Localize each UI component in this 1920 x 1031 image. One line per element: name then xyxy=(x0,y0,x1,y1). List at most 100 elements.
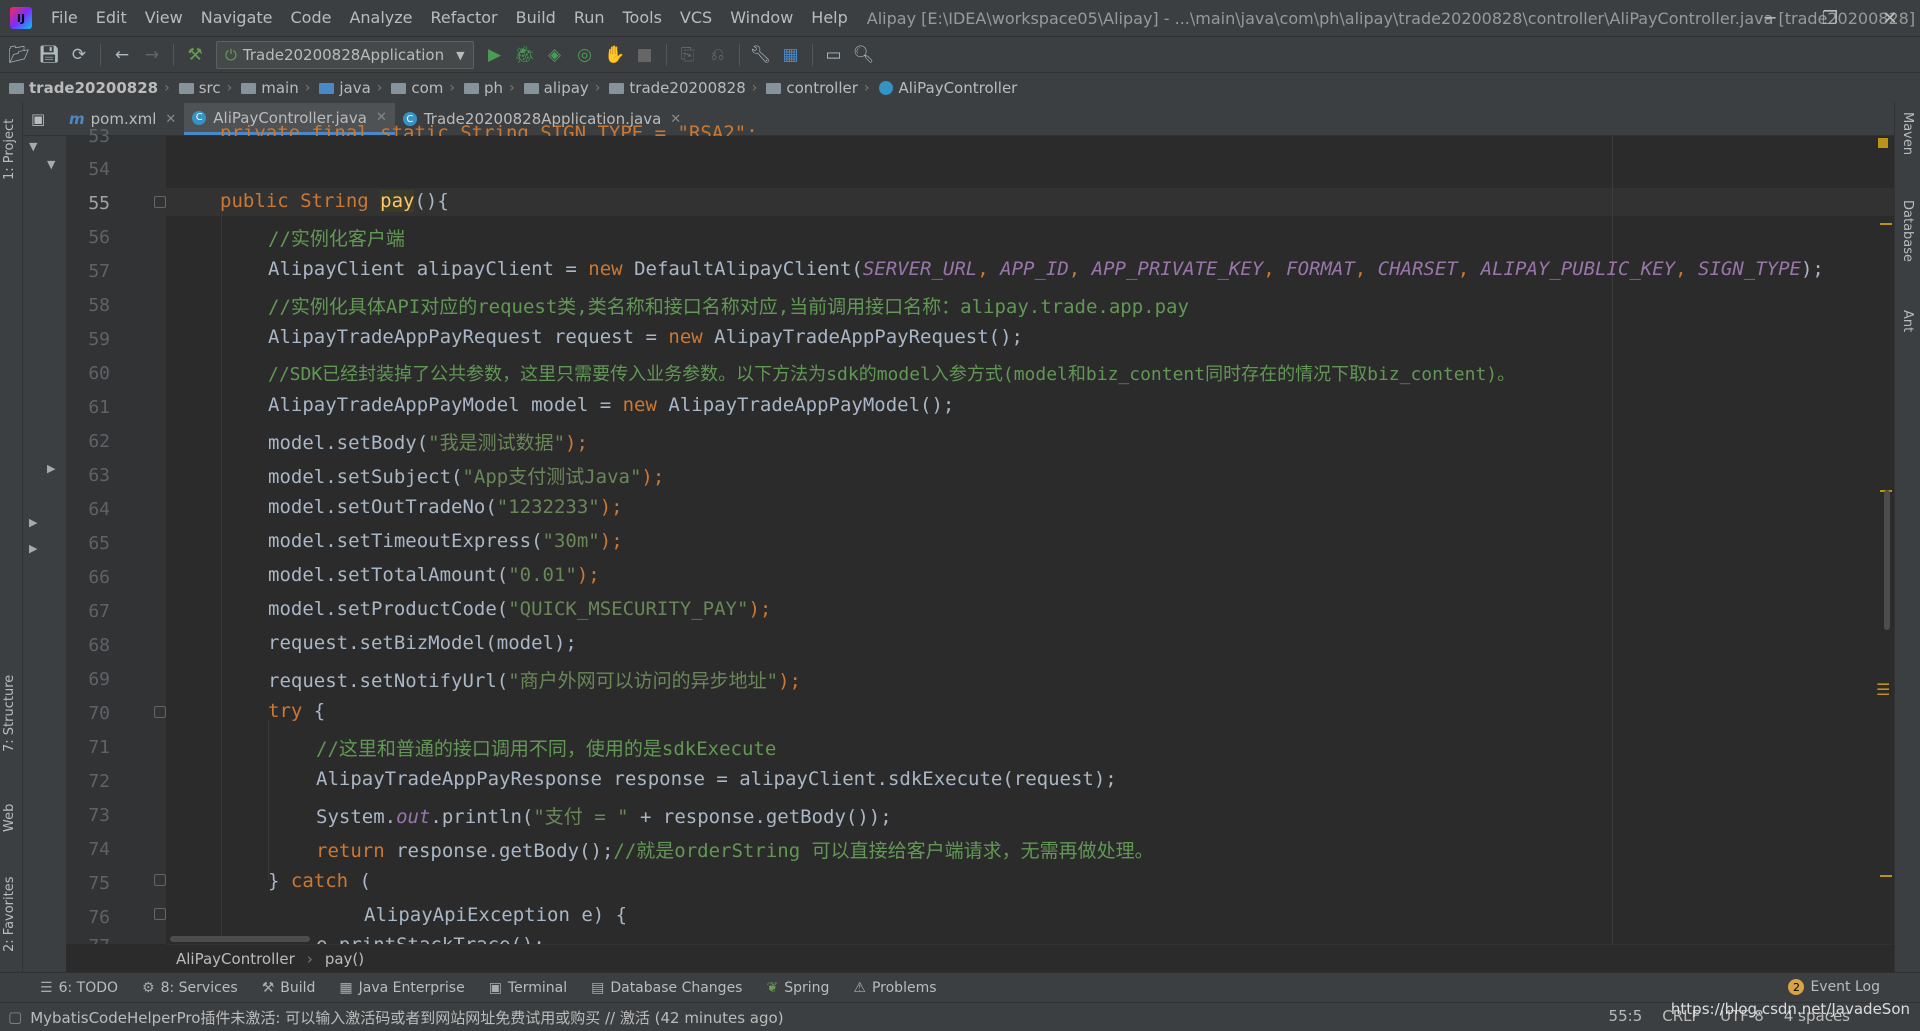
debug-icon[interactable]: 🐞︎ xyxy=(510,40,540,70)
code-token: DefaultAlipayClient( xyxy=(622,258,863,280)
close-tab-icon[interactable]: ✕ xyxy=(165,112,176,127)
vcs-commit-icon[interactable]: ⎌ xyxy=(703,40,733,70)
status-message[interactable]: MybatisCodeHelperPro插件未激活: 可以输入激活码或者到网站网… xyxy=(30,1007,783,1028)
save-icon[interactable]: 💾︎ xyxy=(34,40,64,70)
restore-icon[interactable]: ❐ xyxy=(1800,0,1860,36)
spring-tool-tab[interactable]: ❦ Spring xyxy=(754,980,841,996)
minimize-icon[interactable]: ─ xyxy=(1740,0,1800,36)
menu-file[interactable]: File xyxy=(42,0,87,36)
database-changes-tool-tab[interactable]: ▤ Database Changes xyxy=(579,980,754,996)
code-token: "支付 = " xyxy=(533,806,629,828)
inspection-status-icon[interactable] xyxy=(1878,138,1888,148)
code-line: private final static String SIGN_TYPE = … xyxy=(220,122,758,136)
back-arrow-icon[interactable]: ← xyxy=(107,40,137,70)
crumb-controller[interactable]: controller › xyxy=(757,79,870,97)
crumb-alipay[interactable]: alipay › xyxy=(515,79,600,97)
crumb-class-name[interactable]: AliPayController xyxy=(176,950,295,968)
line-number: 71 xyxy=(88,737,110,758)
favorites-tool-tab[interactable]: 2: Favorites xyxy=(2,862,17,952)
code-token: .println( xyxy=(430,806,534,828)
settings-wrench-icon[interactable]: 🔧︎ xyxy=(746,40,776,70)
terminal-tool-tab[interactable]: ▣ Terminal xyxy=(477,980,579,996)
menu-view[interactable]: View xyxy=(136,0,192,36)
menu-navigate[interactable]: Navigate xyxy=(192,0,282,36)
code-token: response.getBody(); xyxy=(384,840,614,862)
profile-icon[interactable]: ◎ xyxy=(570,40,600,70)
expand-arrow-icon[interactable]: ▼ xyxy=(47,158,55,171)
code-token: AlipayTradeAppPayRequest request = xyxy=(268,326,669,348)
horizontal-scrollbar[interactable] xyxy=(170,936,310,942)
crumb-com[interactable]: com › xyxy=(382,79,455,97)
menu-edit[interactable]: Edit xyxy=(87,0,136,36)
collapse-arrow-icon[interactable]: ▶ xyxy=(29,516,37,529)
stop-icon[interactable]: ■ xyxy=(630,40,660,70)
sync-icon[interactable]: ⟳ xyxy=(64,40,94,70)
attach-icon[interactable]: ✋ xyxy=(600,40,630,70)
panel-toggle-icon[interactable]: ▣ xyxy=(23,103,61,135)
forward-arrow-icon[interactable]: → xyxy=(137,40,167,70)
menu-build[interactable]: Build xyxy=(507,0,565,36)
menu-help[interactable]: Help xyxy=(802,0,856,36)
todo-tool-tab[interactable]: ☰ 6: TODO xyxy=(28,980,130,996)
line-number: 64 xyxy=(88,499,110,520)
status-toggle-icon[interactable]: ▢ xyxy=(8,1008,22,1026)
vertical-scrollbar[interactable] xyxy=(1884,490,1890,630)
menu-code[interactable]: Code xyxy=(282,0,341,36)
event-log-tool-tab[interactable]: 2 Event Log xyxy=(1788,979,1880,995)
database-tool-tab[interactable]: Database xyxy=(1900,200,1915,262)
code-token: return xyxy=(316,840,385,862)
fold-marker-icon[interactable] xyxy=(154,874,166,886)
web-tool-tab[interactable]: Web xyxy=(2,792,17,832)
code-token: , xyxy=(1354,258,1378,280)
fold-marker-icon[interactable] xyxy=(154,196,166,208)
code-token: new xyxy=(588,258,623,280)
project-tool-tab[interactable]: 1: Project xyxy=(2,108,17,180)
crumb-main[interactable]: main › xyxy=(232,79,310,97)
menu-vcs[interactable]: VCS xyxy=(671,0,721,36)
fold-marker-icon[interactable] xyxy=(154,908,166,920)
collapse-arrow-icon[interactable]: ▶ xyxy=(29,542,37,555)
close-icon[interactable]: ✕ xyxy=(1860,0,1920,36)
line-number: 63 xyxy=(88,465,110,486)
coverage-icon[interactable]: ◈ xyxy=(540,40,570,70)
run-configuration-dropdown[interactable]: ⏻ Trade20200828Application ▼ xyxy=(216,41,474,69)
warning-marker[interactable] xyxy=(1880,875,1892,877)
warning-marker[interactable] xyxy=(1880,223,1892,225)
fold-marker-icon[interactable] xyxy=(154,706,166,718)
crumb-trade20200828[interactable]: trade20200828 › xyxy=(600,79,757,97)
expand-arrow-icon[interactable]: ▼ xyxy=(29,140,37,153)
crumb-ph[interactable]: ph › xyxy=(455,79,515,97)
code-token: , xyxy=(1263,258,1287,280)
problems-tool-tab[interactable]: ⚠ Problems xyxy=(841,980,948,996)
vcs-update-icon[interactable]: ⎘ xyxy=(673,40,703,70)
ant-tool-tab[interactable]: Ant xyxy=(1900,310,1915,332)
menu-lines-icon[interactable]: ☰ xyxy=(1876,680,1890,699)
code-line: return response.getBody();//就是orderStrin… xyxy=(316,836,1154,863)
crumb-src[interactable]: src › xyxy=(170,79,232,97)
run-icon[interactable]: ▶ xyxy=(480,40,510,70)
structure-tool-tab[interactable]: 7: Structure xyxy=(2,662,17,752)
menu-run[interactable]: Run xyxy=(565,0,614,36)
indent-guide xyxy=(268,720,269,880)
services-tool-tab[interactable]: ⚙ 8: Services xyxy=(130,980,250,996)
code-line: System.out.println("支付 = " + response.ge… xyxy=(316,802,892,829)
maven-tool-tab[interactable]: Maven xyxy=(1900,112,1915,155)
java-enterprise-tool-tab[interactable]: ▦ Java Enterprise xyxy=(327,980,476,996)
menu-window[interactable]: Window xyxy=(721,0,802,36)
search-icon[interactable]: 🔍︎ xyxy=(849,40,879,70)
crumb-class[interactable]: AliPayController xyxy=(870,79,1017,97)
caret-position[interactable]: 55:5 xyxy=(1609,1007,1643,1025)
build-hammer-icon[interactable]: ⚒ xyxy=(180,40,210,70)
collapse-arrow-icon[interactable]: ▶ xyxy=(47,462,55,475)
menu-tools[interactable]: Tools xyxy=(614,0,671,36)
presentation-mode-icon[interactable]: ▭ xyxy=(819,40,849,70)
menu-analyze[interactable]: Analyze xyxy=(340,0,421,36)
open-folder-icon[interactable]: 📂︎ xyxy=(4,40,34,70)
crumb-project[interactable]: trade20200828 › xyxy=(0,79,170,97)
line-number: 65 xyxy=(88,533,110,554)
project-structure-icon[interactable]: ▦ xyxy=(776,40,806,70)
crumb-java[interactable]: java › xyxy=(310,79,382,97)
build-tool-tab[interactable]: ⚒ Build xyxy=(250,980,328,996)
crumb-method-name[interactable]: pay() xyxy=(325,950,364,968)
menu-refactor[interactable]: Refactor xyxy=(422,0,507,36)
